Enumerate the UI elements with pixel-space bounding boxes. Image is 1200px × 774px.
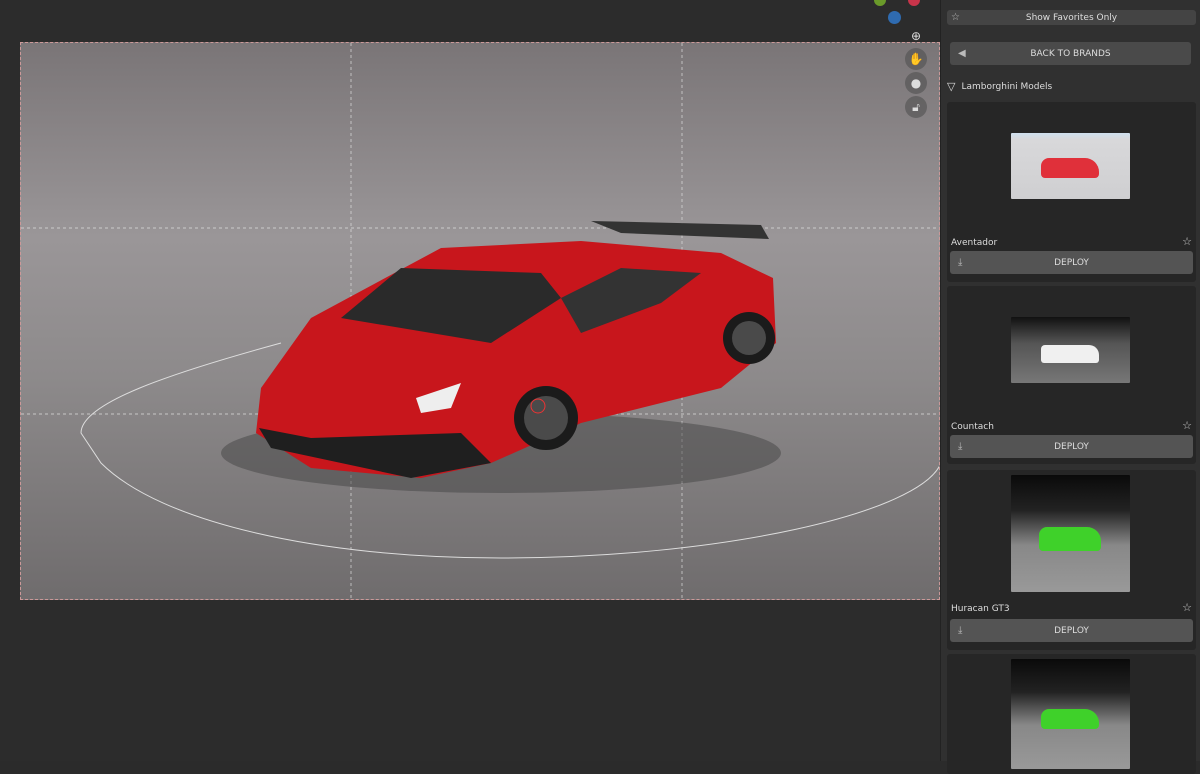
model-card [947,654,1196,774]
download-icon: ⤓ [958,625,963,636]
deploy-button[interactable]: ⤓ DEPLOY [950,619,1193,642]
model-thumbnail[interactable] [1011,659,1130,769]
model-thumbnail[interactable] [1011,317,1130,383]
favorite-star-icon[interactable]: ☆ [1182,235,1192,248]
download-icon: ⤓ [958,257,963,268]
hand-icon[interactable]: ✋ [905,48,927,70]
collapse-triangle-icon: ▽ [947,80,956,93]
model-card: Huracan GT3 ☆ ⤓ DEPLOY [947,470,1196,650]
zoom-icon[interactable]: ⊕ [905,25,927,47]
star-icon: ☆ [951,12,960,23]
deploy-button[interactable]: ⤓ DEPLOY [950,435,1193,458]
model-thumbnail[interactable] [1011,133,1130,199]
section-header[interactable]: ▽ Lamborghini Models [947,80,1052,93]
deploy-button[interactable]: ⤓ DEPLOY [950,251,1193,274]
axis-gizmo-y[interactable] [874,0,886,6]
show-favorites-toggle[interactable]: ☆ Show Favorites Only [947,10,1196,25]
back-arrow-icon: ◀ [958,48,966,59]
axis-gizmo-x[interactable] [908,0,920,6]
camera-icon[interactable]: ● [905,72,927,94]
model-card: Aventador ☆ ⤓ DEPLOY [947,102,1196,282]
download-icon: ⤓ [958,441,963,452]
model-card: Countach ☆ ⤓ DEPLOY [947,286,1196,464]
car-render [21,43,939,599]
camera-frame [20,42,940,600]
lock-icon[interactable]: 🔓︎ [905,96,927,118]
favorite-star-icon[interactable]: ☆ [1182,419,1192,432]
axis-gizmo-z[interactable] [888,11,901,24]
model-thumbnail[interactable] [1011,475,1130,592]
favorite-star-icon[interactable]: ☆ [1182,601,1192,614]
back-to-brands-button[interactable]: ◀ BACK TO BRANDS [950,42,1191,65]
3d-viewport[interactable]: ⊕ ✋ ● 🔓︎ [0,0,940,761]
